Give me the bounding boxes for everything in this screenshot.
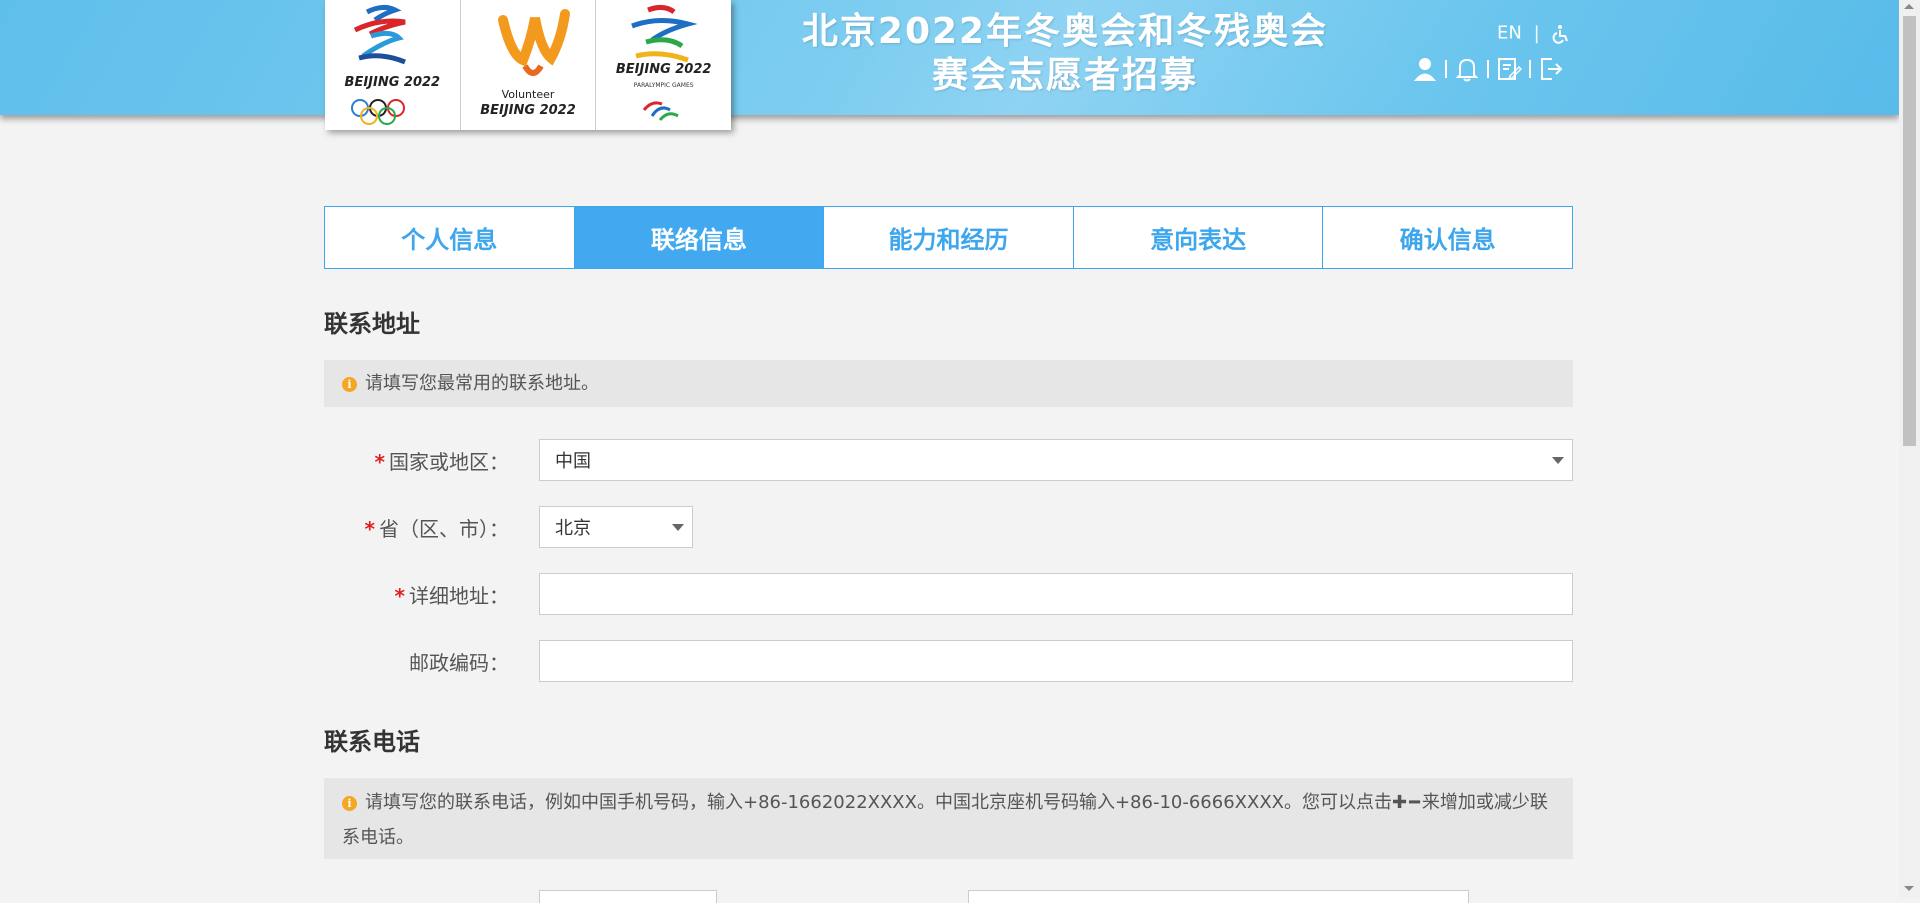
bell-icon[interactable] [1454, 56, 1480, 82]
phone-notice: i 请填写您的联系电话，例如中国手机号码，输入+86-1662022XXXX。中国… [324, 778, 1573, 859]
tab-confirm[interactable]: 确认信息 [1322, 207, 1572, 268]
postcode-input[interactable] [539, 640, 1573, 682]
scrollbar-thumb[interactable] [1903, 16, 1916, 446]
language-switch-link[interactable]: EN [1497, 23, 1522, 44]
divider [1487, 60, 1489, 78]
address-label: * 详细地址： [394, 584, 509, 608]
tab-personal-info[interactable]: 个人信息 [325, 207, 574, 268]
user-icon[interactable] [1412, 56, 1438, 82]
tab-contact-info[interactable]: 联络信息 [573, 207, 824, 268]
step-tabs: 个人信息 联络信息 能力和经历 意向表达 确认信息 [324, 206, 1573, 269]
country-select[interactable]: 中国 [539, 439, 1573, 481]
tab-skills-experience[interactable]: 能力和经历 [823, 207, 1073, 268]
wheelchair-icon[interactable] [1551, 23, 1571, 44]
volunteer-logo[interactable]: Volunteer BEIJING 2022 [459, 0, 596, 130]
minus-icon: ━ [1409, 792, 1420, 813]
edit-icon[interactable] [1496, 56, 1522, 82]
required-marker: * [394, 584, 405, 608]
info-icon: i [342, 377, 357, 392]
user-toolbar [1412, 56, 1564, 82]
divider: | [1533, 22, 1540, 44]
address-input[interactable] [539, 573, 1573, 615]
address-section-title: 联系地址 [324, 310, 420, 338]
country-label: * 国家或地区： [374, 450, 509, 474]
required-marker: * [364, 517, 375, 541]
logo-strip: BEIJING 2022 Volunteer BEIJING 2022 BEIJ… [325, 0, 731, 130]
logout-icon[interactable] [1538, 56, 1564, 82]
divider [1529, 60, 1531, 78]
chevron-down-icon [1552, 457, 1564, 464]
chevron-down-icon [672, 524, 684, 531]
beijing-2022-paralympic-logo[interactable]: BEIJING 2022 PARALYMPIC GAMES [595, 0, 731, 130]
required-marker: * [374, 450, 385, 474]
divider [1445, 60, 1447, 78]
scroll-up-arrow-icon[interactable] [1904, 4, 1914, 9]
phone-country-code-select[interactable] [539, 890, 717, 903]
page-title: 北京2022年冬奥会和冬残奥会 赛会志愿者招募 [801, 11, 1329, 96]
province-label: * 省（区、市）： [364, 517, 509, 541]
tab-intention[interactable]: 意向表达 [1072, 207, 1323, 268]
plus-icon: ✚ [1391, 792, 1408, 813]
info-icon: i [342, 796, 357, 811]
province-select[interactable]: 北京 [539, 506, 693, 548]
postcode-label: 邮政编码： [409, 651, 509, 675]
phone-section-title: 联系电话 [324, 728, 420, 756]
page-scrollbar[interactable] [1899, 0, 1920, 898]
site-header: BEIJING 2022 Volunteer BEIJING 2022 BEIJ… [0, 0, 1899, 130]
beijing-2022-olympic-logo[interactable]: BEIJING 2022 [325, 0, 460, 130]
address-notice: i 请填写您最常用的联系地址。 [324, 360, 1573, 407]
phone-number-input[interactable] [968, 890, 1469, 903]
language-bar: EN | [1497, 22, 1571, 44]
scroll-down-arrow-icon[interactable] [1904, 886, 1914, 891]
